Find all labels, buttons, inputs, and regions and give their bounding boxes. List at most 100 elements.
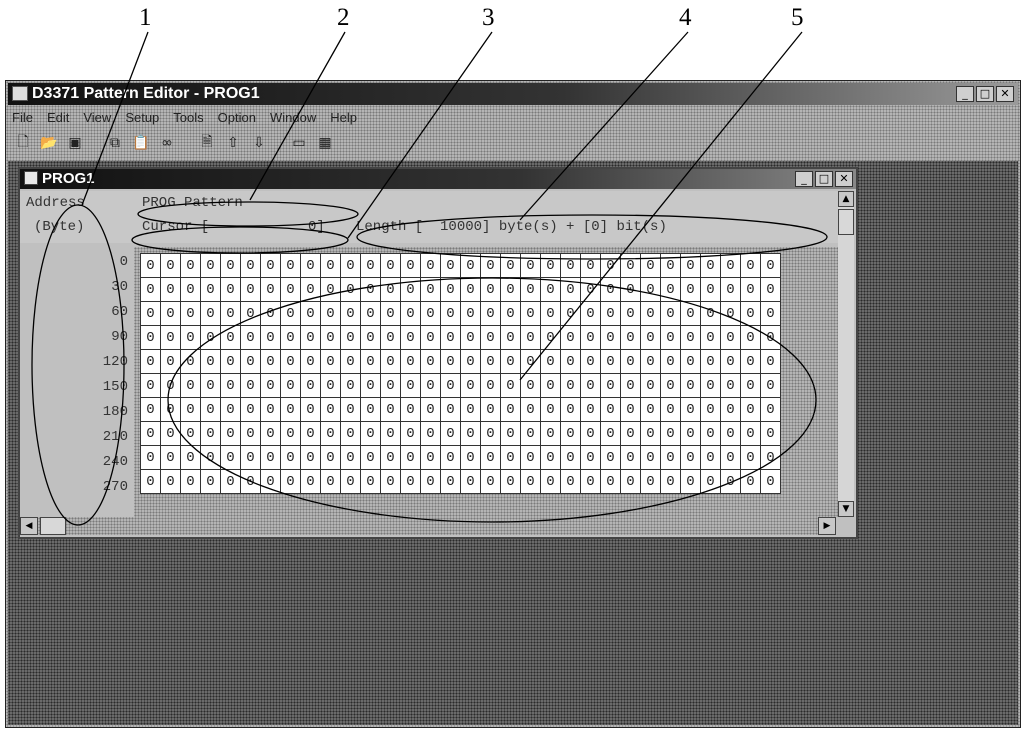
pattern-cell[interactable]: 0 xyxy=(660,277,681,302)
pattern-cell[interactable]: 0 xyxy=(660,373,681,398)
pattern-cell[interactable]: 0 xyxy=(260,469,281,494)
pattern-cell[interactable]: 0 xyxy=(660,325,681,350)
pattern-cell[interactable]: 0 xyxy=(480,325,501,350)
binary-view-icon[interactable]: ▭ xyxy=(288,132,310,154)
pattern-cell[interactable]: 0 xyxy=(160,277,181,302)
pattern-cell[interactable]: 0 xyxy=(360,301,381,326)
pattern-cell[interactable]: 0 xyxy=(700,349,721,374)
pattern-cell[interactable]: 0 xyxy=(700,373,721,398)
pattern-cell[interactable]: 0 xyxy=(140,325,161,350)
pattern-cell[interactable]: 0 xyxy=(760,469,781,494)
pattern-cell[interactable]: 0 xyxy=(380,325,401,350)
pattern-cell[interactable]: 0 xyxy=(480,253,501,278)
pattern-cell[interactable]: 0 xyxy=(680,397,701,422)
scroll-down-icon[interactable]: ▼ xyxy=(838,501,854,517)
pattern-cell[interactable]: 0 xyxy=(620,469,641,494)
pattern-cell[interactable]: 0 xyxy=(340,325,361,350)
pattern-cell[interactable]: 0 xyxy=(180,469,201,494)
pattern-cell[interactable]: 0 xyxy=(260,445,281,470)
pattern-cell[interactable]: 0 xyxy=(580,445,601,470)
pattern-cell[interactable]: 0 xyxy=(640,469,661,494)
pattern-cell[interactable]: 0 xyxy=(300,277,321,302)
pattern-cell[interactable]: 0 xyxy=(460,469,481,494)
pattern-cell[interactable]: 0 xyxy=(720,277,741,302)
pattern-cell[interactable]: 0 xyxy=(620,301,641,326)
menu-setup[interactable]: Setup xyxy=(125,110,159,125)
pattern-cell[interactable]: 0 xyxy=(220,253,241,278)
arrow-down-icon[interactable]: ⇩ xyxy=(248,132,270,154)
pattern-cell[interactable]: 0 xyxy=(600,421,621,446)
pattern-cell[interactable]: 0 xyxy=(540,373,561,398)
pattern-cell[interactable]: 0 xyxy=(720,301,741,326)
pattern-cell[interactable]: 0 xyxy=(360,253,381,278)
grid-view-icon[interactable]: ▦ xyxy=(314,132,336,154)
pattern-cell[interactable]: 0 xyxy=(160,397,181,422)
pattern-cell[interactable]: 0 xyxy=(340,277,361,302)
pattern-cell[interactable]: 0 xyxy=(760,373,781,398)
pattern-cell[interactable]: 0 xyxy=(740,421,761,446)
pattern-cell[interactable]: 0 xyxy=(460,373,481,398)
pattern-cell[interactable]: 0 xyxy=(740,445,761,470)
pattern-cell[interactable]: 0 xyxy=(500,349,521,374)
pattern-cell[interactable]: 0 xyxy=(700,469,721,494)
pattern-cell[interactable]: 0 xyxy=(680,445,701,470)
pattern-cell[interactable]: 0 xyxy=(480,373,501,398)
pattern-cell[interactable]: 0 xyxy=(720,445,741,470)
pattern-cell[interactable]: 0 xyxy=(340,349,361,374)
pattern-cell[interactable]: 0 xyxy=(440,301,461,326)
pattern-cell[interactable]: 0 xyxy=(620,373,641,398)
pattern-cell[interactable]: 0 xyxy=(620,349,641,374)
pattern-cell[interactable]: 0 xyxy=(760,253,781,278)
pattern-cell[interactable]: 0 xyxy=(400,373,421,398)
pattern-cell[interactable]: 0 xyxy=(480,277,501,302)
pattern-cell[interactable]: 0 xyxy=(280,445,301,470)
pattern-cell[interactable]: 0 xyxy=(500,421,521,446)
horizontal-scrollbar[interactable]: ◀ ▶ xyxy=(20,517,836,535)
pattern-cell[interactable]: 0 xyxy=(440,373,461,398)
paste-icon[interactable]: 📋 xyxy=(130,132,152,154)
pattern-cell[interactable]: 0 xyxy=(500,469,521,494)
pattern-cell[interactable]: 0 xyxy=(500,373,521,398)
pattern-cell[interactable]: 0 xyxy=(200,421,221,446)
pattern-cell[interactable]: 0 xyxy=(300,301,321,326)
pattern-cell[interactable]: 0 xyxy=(420,469,441,494)
scroll-left-icon[interactable]: ◀ xyxy=(20,517,38,535)
pattern-cell[interactable]: 0 xyxy=(400,253,421,278)
pattern-cell[interactable]: 0 xyxy=(540,325,561,350)
pattern-cell[interactable]: 0 xyxy=(340,373,361,398)
pattern-cell[interactable]: 0 xyxy=(440,421,461,446)
pattern-cell[interactable]: 0 xyxy=(240,373,261,398)
pattern-cell[interactable]: 0 xyxy=(400,301,421,326)
pattern-cell[interactable]: 0 xyxy=(640,349,661,374)
pattern-cell[interactable]: 0 xyxy=(400,445,421,470)
pattern-cell[interactable]: 0 xyxy=(260,277,281,302)
pattern-cell[interactable]: 0 xyxy=(600,397,621,422)
pattern-cell[interactable]: 0 xyxy=(540,253,561,278)
pattern-cell[interactable]: 0 xyxy=(180,253,201,278)
pattern-cell[interactable]: 0 xyxy=(200,253,221,278)
pattern-cell[interactable]: 0 xyxy=(620,445,641,470)
pattern-cell[interactable]: 0 xyxy=(260,421,281,446)
minimize-icon[interactable]: _ xyxy=(956,86,974,102)
pattern-cell[interactable]: 0 xyxy=(640,421,661,446)
pattern-cell[interactable]: 0 xyxy=(520,373,541,398)
pattern-cell[interactable]: 0 xyxy=(740,397,761,422)
pattern-cell[interactable]: 0 xyxy=(680,349,701,374)
pattern-cell[interactable]: 0 xyxy=(580,253,601,278)
pattern-cell[interactable]: 0 xyxy=(140,421,161,446)
pattern-cell[interactable]: 0 xyxy=(760,349,781,374)
pattern-cell[interactable]: 0 xyxy=(360,445,381,470)
pattern-cell[interactable]: 0 xyxy=(380,349,401,374)
pattern-cell[interactable]: 0 xyxy=(300,421,321,446)
pattern-cell[interactable]: 0 xyxy=(380,397,401,422)
pattern-cell[interactable]: 0 xyxy=(640,397,661,422)
pattern-cell[interactable]: 0 xyxy=(280,301,301,326)
pattern-cell[interactable]: 0 xyxy=(760,421,781,446)
pattern-cell[interactable]: 0 xyxy=(680,253,701,278)
pattern-cell[interactable]: 0 xyxy=(520,253,541,278)
pattern-cell[interactable]: 0 xyxy=(200,469,221,494)
pattern-cell[interactable]: 0 xyxy=(400,469,421,494)
pattern-cell[interactable]: 0 xyxy=(200,349,221,374)
pattern-cell[interactable]: 0 xyxy=(140,397,161,422)
pattern-cell[interactable]: 0 xyxy=(580,277,601,302)
